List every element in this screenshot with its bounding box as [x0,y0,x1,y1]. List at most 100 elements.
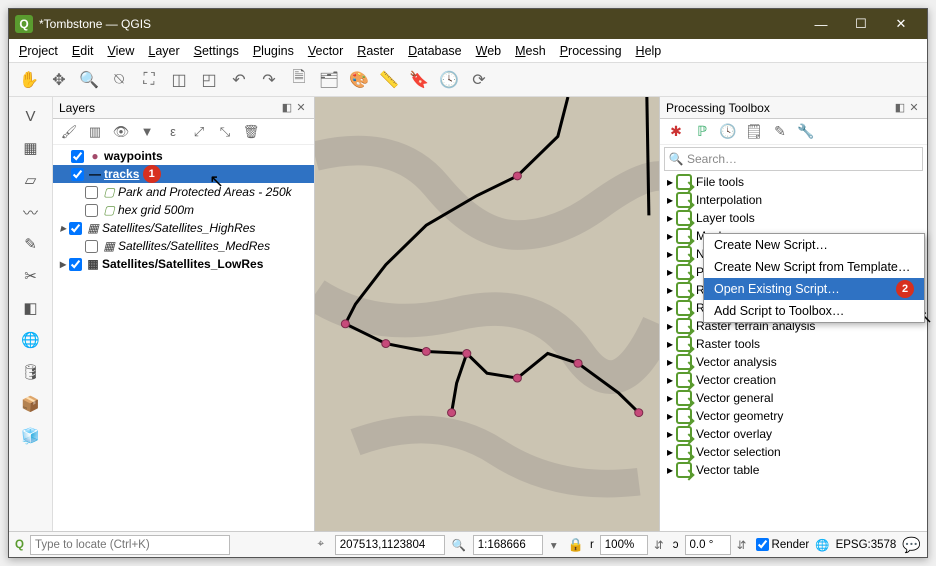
measure-tool[interactable]: 📏 [375,66,403,94]
rot-field[interactable]: ⇵ [685,535,750,555]
toolbox-group[interactable]: ▸Vector creation [660,371,927,389]
layer-checkbox[interactable] [71,168,84,181]
layer-checkbox[interactable] [85,240,98,253]
python-icon[interactable]: ℙ [692,122,712,142]
minimize-button[interactable]: — [801,10,841,38]
scale-input[interactable] [473,535,543,555]
toolbox-undock-icon[interactable]: ◧ [893,101,907,115]
layer-row[interactable]: ▢Park and Protected Areas - 250k [53,183,314,201]
map-canvas[interactable] [315,97,659,531]
identify-icon[interactable]: V [18,103,44,129]
layers-undock-icon[interactable]: ◧ [280,101,294,115]
maximize-button[interactable]: ☐ [841,10,881,38]
toolbox-group[interactable]: ▸Layer tools [660,209,927,227]
layer-checkbox[interactable] [69,222,82,235]
style-icon[interactable]: 🖌 [59,122,79,142]
pan-tool[interactable]: ✋ [15,66,43,94]
mag-field[interactable]: ⇵ [600,535,667,555]
toolbox-group[interactable]: ▸Vector analysis [660,353,927,371]
polygon-icon[interactable]: ▱ [18,167,44,193]
layer-row[interactable]: ▸▦Satellites/Satellites_HighRes [53,219,314,237]
layer-checkbox[interactable] [69,258,82,271]
zoom-in-tool[interactable]: 🔍 [75,66,103,94]
options-icon[interactable]: 🔧 [796,122,816,142]
lock-icon[interactable]: 🔒 [568,537,584,553]
filter-icon[interactable]: ▼ [137,122,157,142]
db-icon[interactable]: 🛢 [18,359,44,385]
menu-plugins[interactable]: Plugins [253,44,294,58]
pan-selection-tool[interactable]: ✥ [45,66,73,94]
grid-icon[interactable]: ▦ [18,135,44,161]
cube-icon[interactable]: 🧊 [18,423,44,449]
layer-tree[interactable]: ●waypoints—tracks 1▢Park and Protected A… [53,145,314,531]
remove-layer-icon[interactable]: 🗑 [241,122,261,142]
crs-label[interactable]: EPSG:3578 [836,539,897,551]
layer-row[interactable]: ▢hex grid 500m [53,201,314,219]
toolbox-group[interactable]: ▸Raster tools [660,335,927,353]
toolbox-group[interactable]: ▸File tools [660,173,927,191]
time-tool[interactable]: 🕓 [435,66,463,94]
layout-manager-tool[interactable]: 🗂 [315,66,343,94]
menu-processing[interactable]: Processing [560,44,622,58]
curve-icon[interactable]: 〰 [18,199,44,225]
layer-row[interactable]: —tracks 1 [53,165,314,183]
expand-icon[interactable]: ⤢ [189,122,209,142]
zoom-selection-tool[interactable]: ◫ [165,66,193,94]
zoom-out-tool[interactable]: ⍉ [105,66,133,94]
layer-row[interactable]: ▦Satellites/Satellites_MedRes [53,237,314,255]
close-button[interactable]: ✕ [881,10,921,38]
menu-help[interactable]: Help [636,44,662,58]
toolbox-group[interactable]: ▸Vector geometry [660,407,927,425]
add-group-icon[interactable]: ▥ [85,122,105,142]
refresh-tool[interactable]: ⟳ [465,66,493,94]
script-menu-item[interactable]: Add Script to Toolbox… [704,300,924,322]
layer-checkbox[interactable] [71,150,84,163]
toolbox-tree[interactable]: ▸File tools▸Interpolation▸Layer tools▸Me… [660,173,927,531]
toolbox-search[interactable]: 🔍 Search… [664,147,923,171]
scale-field[interactable]: ▾ [473,535,562,555]
coord-field[interactable] [335,535,445,555]
script-menu-item[interactable]: Open Existing Script…2 [704,278,924,300]
menu-database[interactable]: Database [408,44,462,58]
script-menu-item[interactable]: Create New Script from Template… [704,256,924,278]
pen-icon[interactable]: ✎ [18,231,44,257]
package-icon[interactable]: 📦 [18,391,44,417]
layer-checkbox[interactable] [85,186,98,199]
collapse-icon[interactable]: ⤡ [215,122,235,142]
edit-icon[interactable]: ✎ [770,122,790,142]
menu-edit[interactable]: Edit [72,44,94,58]
layer-row[interactable]: ●waypoints [53,147,314,165]
layer-checkbox[interactable] [85,204,98,217]
expr-icon[interactable]: ε [163,122,183,142]
menu-project[interactable]: Project [19,44,58,58]
messages-icon[interactable]: 💬 [902,536,921,554]
render-checkbox[interactable]: Render [756,538,810,551]
visibility-icon[interactable]: 👁 [111,122,131,142]
toolbox-group[interactable]: ▸Vector overlay [660,425,927,443]
rot-input[interactable] [685,535,731,555]
layers-close-icon[interactable]: ✕ [294,101,308,115]
layer-row[interactable]: ▸▦Satellites/Satellites_LowRes [53,255,314,273]
history-icon[interactable]: 🕓 [718,122,738,142]
style-manager-tool[interactable]: 🎨 [345,66,373,94]
crs-icon[interactable]: 🌐 [815,538,829,552]
locator-input[interactable] [30,535,230,555]
script-menu-item[interactable]: Create New Script… [704,234,924,256]
menu-mesh[interactable]: Mesh [515,44,546,58]
globe-icon[interactable]: 🌐 [18,327,44,353]
menu-layer[interactable]: Layer [148,44,179,58]
zoom-next-tool[interactable]: ↷ [255,66,283,94]
new-layout-tool[interactable]: 🗎 [285,66,313,94]
toolbox-group[interactable]: ▸Vector general [660,389,927,407]
bookmark-tool[interactable]: 🔖 [405,66,433,94]
results-icon[interactable]: 🗒 [744,122,764,142]
menu-web[interactable]: Web [476,44,501,58]
toolbox-group[interactable]: ▸Vector selection [660,443,927,461]
menu-raster[interactable]: Raster [357,44,394,58]
mag-input[interactable] [600,535,648,555]
menu-view[interactable]: View [107,44,134,58]
model-icon[interactable]: ✱ [666,122,686,142]
vertex-icon[interactable]: ✂ [18,263,44,289]
zoom-layer-tool[interactable]: ◰ [195,66,223,94]
toolbox-group[interactable]: ▸Interpolation [660,191,927,209]
